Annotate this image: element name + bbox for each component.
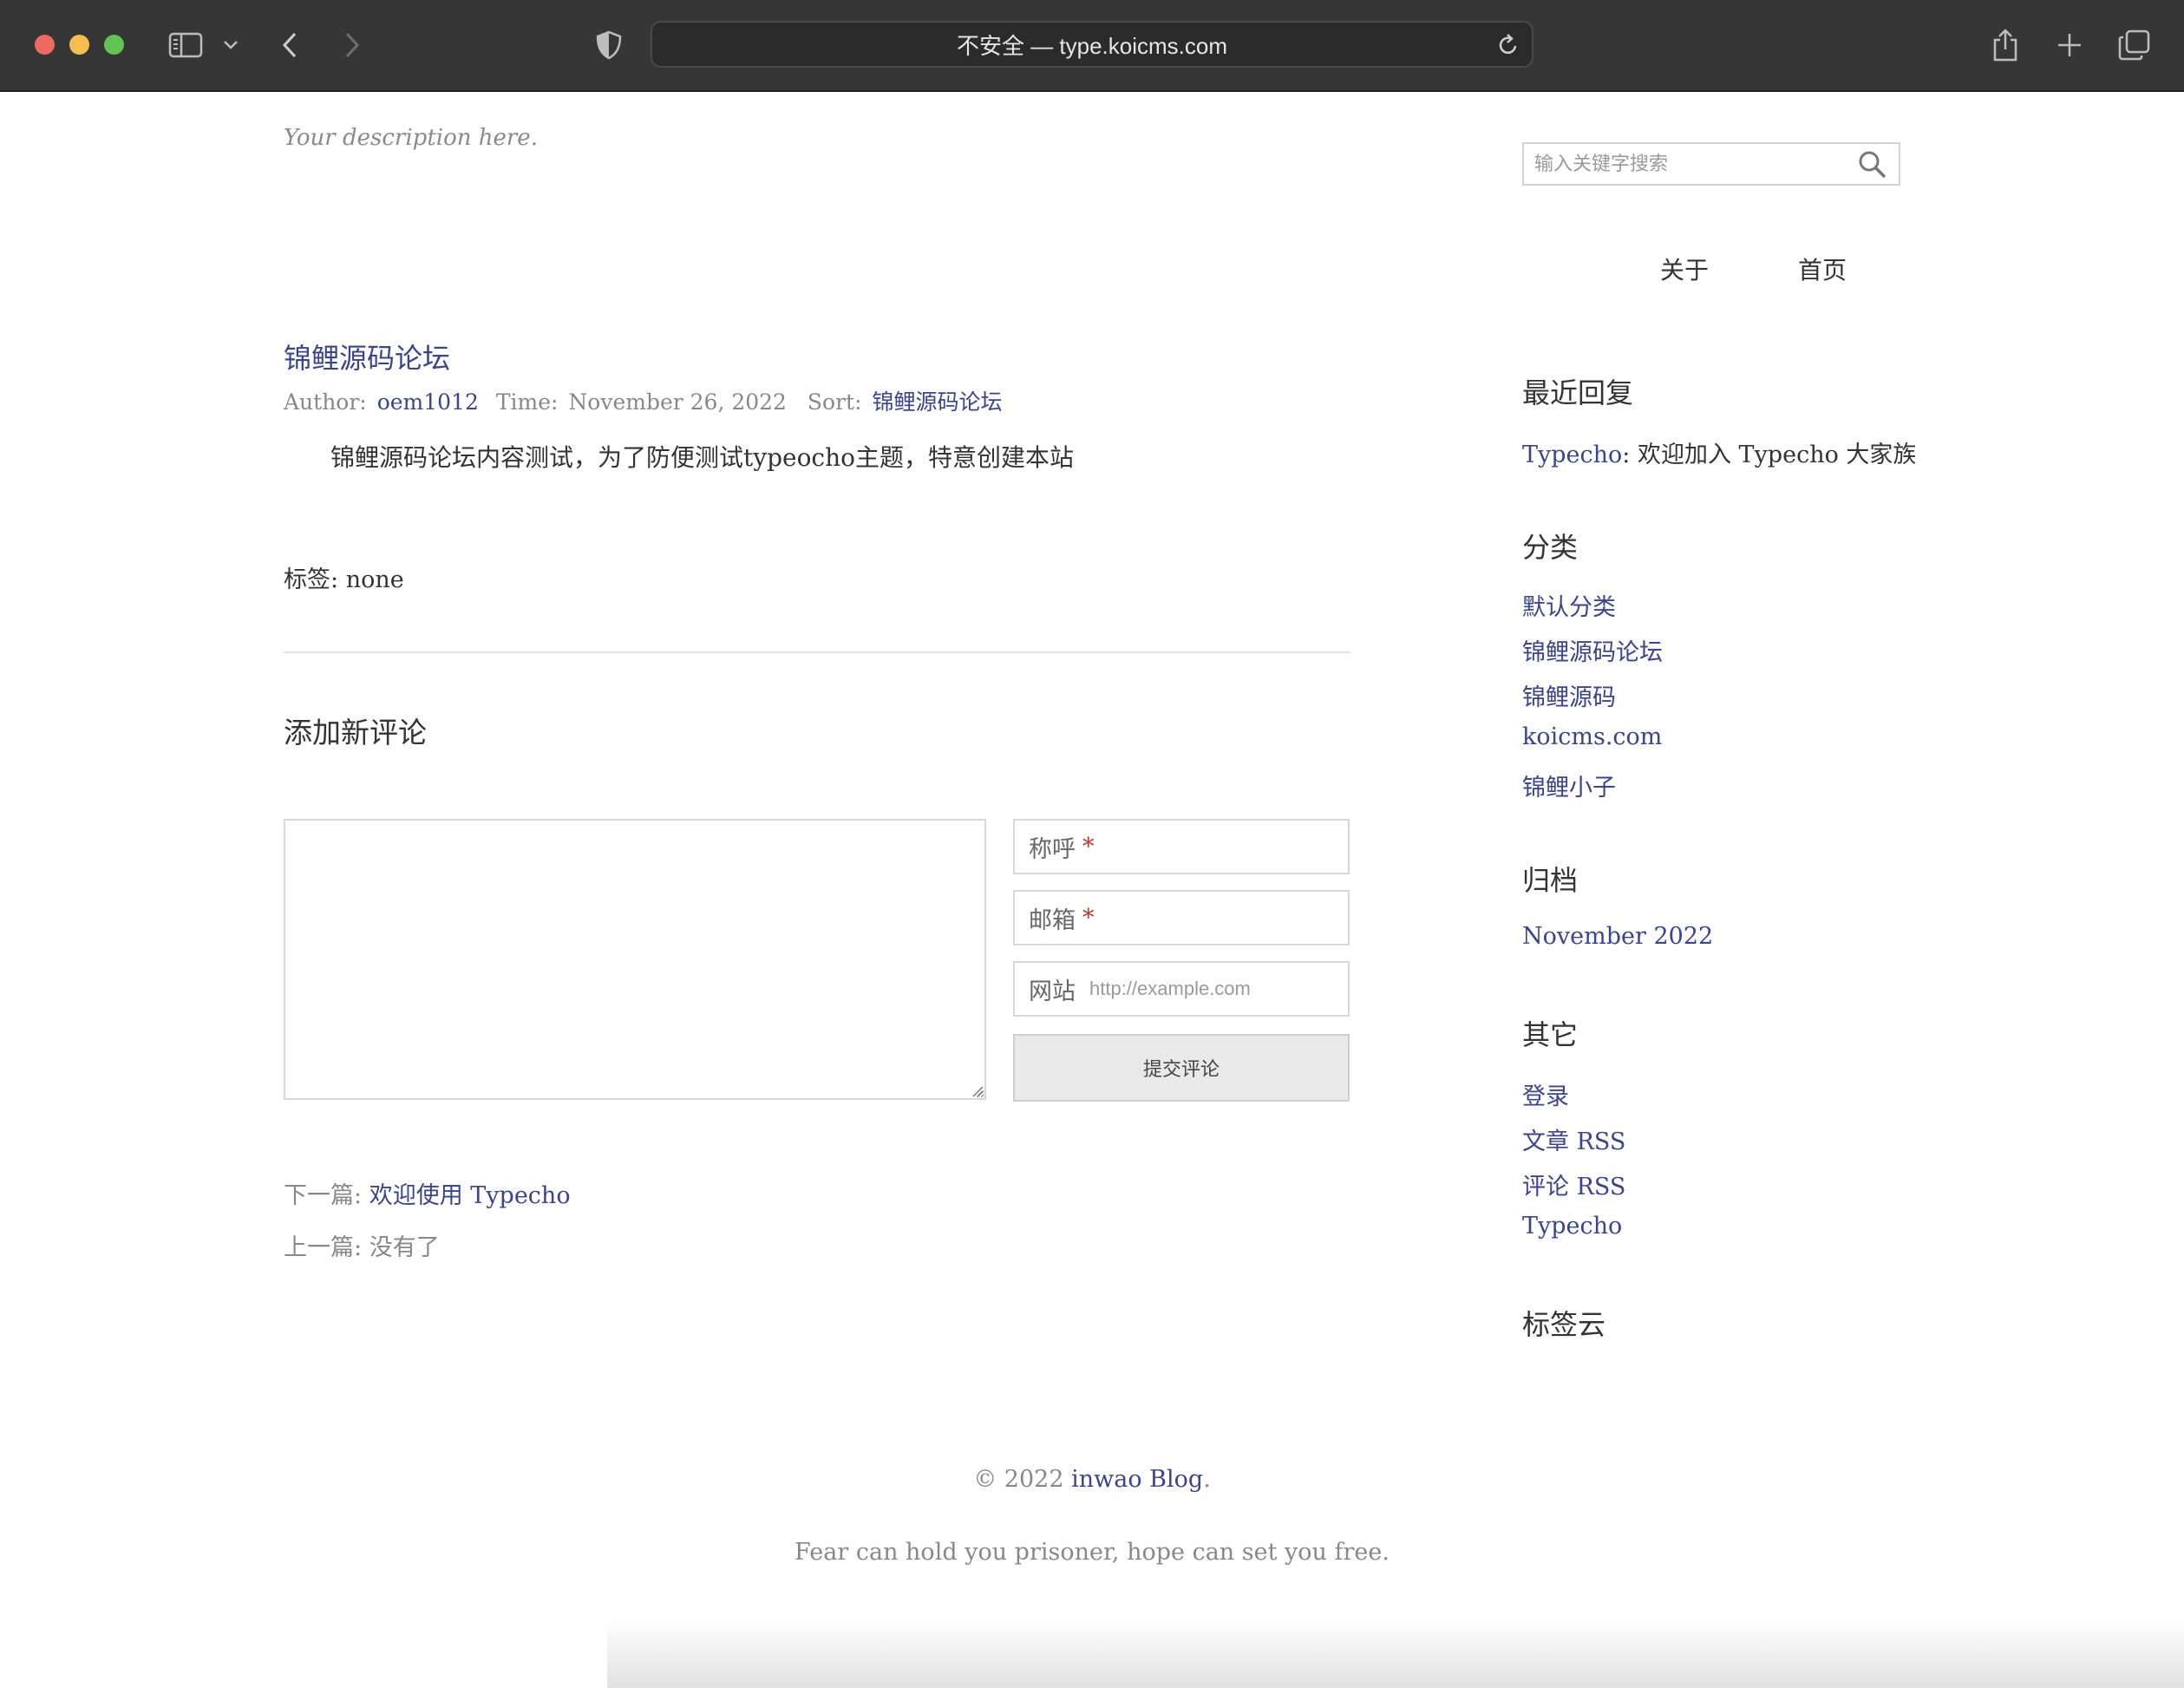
category-link-forum[interactable]: 锦鲤源码论坛 [1522, 633, 1663, 667]
add-comment-heading: 添加新评论 [284, 716, 427, 749]
prev-post-value: 没有了 [369, 1234, 440, 1261]
address-bar[interactable]: 不安全 — type.koicms.com [651, 21, 1533, 68]
login-link[interactable]: 登录 [1522, 1077, 1569, 1111]
nav-item-about[interactable]: 关于 [1660, 252, 1709, 286]
comment-textarea[interactable] [284, 819, 986, 1100]
archive-heading: 归档 [1522, 864, 1579, 897]
tab-group-menu-button[interactable] [222, 26, 239, 64]
chevron-right-icon [342, 30, 363, 60]
search-input[interactable] [1524, 144, 1836, 184]
name-field[interactable]: 称呼 * [1013, 819, 1350, 874]
zoom-window-button[interactable] [104, 35, 124, 55]
page-bottom-shadow [607, 1619, 2184, 1688]
tab-overview-button[interactable] [2118, 26, 2151, 64]
email-input[interactable] [1108, 906, 1343, 929]
sidebar-toggle-button[interactable] [168, 26, 203, 64]
resize-grip-icon[interactable] [971, 1084, 984, 1101]
author-link[interactable]: oem1012 [377, 389, 479, 415]
privacy-report-button[interactable] [595, 26, 623, 64]
time-label: Time: [495, 389, 559, 415]
next-post-link[interactable]: 欢迎使用 Typecho [369, 1182, 571, 1209]
typecho-link[interactable]: Typecho [1522, 1213, 1622, 1240]
sidebar-icon [168, 32, 203, 58]
chevron-down-icon [222, 39, 239, 51]
email-field[interactable]: 邮箱 * [1013, 890, 1350, 945]
email-label: 邮箱 [1029, 906, 1076, 934]
blog-name-link[interactable]: inwao Blog [1071, 1466, 1203, 1493]
post-meta: Author: oem1012 Time: November 26, 2022 … [284, 385, 1003, 416]
archive-link[interactable]: November 2022 [1522, 923, 1713, 950]
search-icon[interactable] [1857, 149, 1888, 184]
content-divider [284, 651, 1350, 653]
next-post-label: 下一篇: [284, 1182, 363, 1209]
nav-item-home[interactable]: 首页 [1798, 252, 1847, 286]
reload-icon[interactable] [1497, 33, 1520, 61]
back-button[interactable] [279, 26, 300, 64]
comments-rss-link[interactable]: 评论 RSS [1522, 1168, 1625, 1201]
tags-label: 标签: [284, 566, 339, 593]
share-icon [1991, 28, 2019, 62]
shield-icon [595, 30, 623, 60]
name-input[interactable] [1108, 835, 1343, 858]
sort-category-link[interactable]: 锦鲤源码论坛 [872, 389, 1002, 415]
tabs-overview-icon [2118, 29, 2151, 61]
email-required-mark: * [1082, 904, 1095, 932]
copyright-prefix: © 2022 [973, 1466, 1072, 1493]
posts-rss-link[interactable]: 文章 RSS [1522, 1122, 1625, 1156]
categories-heading: 分类 [1522, 531, 1579, 564]
website-field[interactable]: 网站 [1013, 961, 1350, 1017]
recent-comment-text: : 欢迎加入 Typecho 大家族 [1622, 442, 1917, 468]
prev-post: 上一篇: 没有了 [284, 1228, 440, 1262]
author-label: Author: [284, 389, 367, 415]
website-label: 网站 [1029, 978, 1076, 1005]
search-box[interactable] [1522, 142, 1900, 186]
tag-cloud-heading: 标签云 [1522, 1308, 1606, 1341]
name-required-mark: * [1082, 833, 1095, 860]
footer-copyright: © 2022 inwao Blog. [0, 1466, 2184, 1493]
url-text: 不安全 — type.koicms.com [956, 32, 1228, 59]
post-tags: 标签: none [284, 560, 404, 594]
name-label: 称呼 [1029, 835, 1076, 863]
prev-post-label: 上一篇: [284, 1234, 363, 1261]
plus-icon [2056, 31, 2083, 59]
category-link-source[interactable]: 锦鲤源码 [1522, 678, 1616, 712]
web-page: Your description here. 关于 首页 锦鲤源码论坛 Auth… [0, 92, 2184, 1688]
site-description: Your description here. [284, 125, 538, 151]
sort-label: Sort: [807, 389, 862, 415]
category-link-koicms[interactable]: koicms.com [1522, 723, 1662, 750]
recent-comment-item: Typecho: 欢迎加入 Typecho 大家族 [1522, 435, 1916, 469]
tags-value: none [345, 566, 404, 593]
other-heading: 其它 [1522, 1018, 1579, 1051]
post-title[interactable]: 锦鲤源码论坛 [284, 337, 450, 376]
next-post: 下一篇: 欢迎使用 Typecho [284, 1176, 571, 1210]
footer-quote: Fear can hold you prisoner, hope can set… [794, 1539, 1390, 1566]
post-content: 锦鲤源码论坛内容测试，为了防便测试typeocho主题，特意创建本站 [330, 443, 1074, 472]
category-link-koi-kid[interactable]: 锦鲤小子 [1522, 769, 1616, 802]
share-button[interactable] [1991, 26, 2019, 64]
website-input[interactable] [1089, 978, 1324, 1000]
post-time: November 26, 2022 [568, 389, 787, 415]
submit-comment-button[interactable]: 提交评论 [1013, 1034, 1350, 1102]
close-window-button[interactable] [35, 35, 55, 55]
recent-comments-heading: 最近回复 [1522, 376, 1634, 409]
new-tab-button[interactable] [2056, 26, 2083, 64]
category-link-default[interactable]: 默认分类 [1522, 588, 1616, 622]
chevron-left-icon [279, 30, 300, 60]
browser-toolbar: 不安全 — type.koicms.com [0, 0, 2184, 92]
recent-comment-author-link[interactable]: Typecho [1522, 442, 1622, 468]
copyright-suffix: . [1203, 1466, 1211, 1493]
minimize-window-button[interactable] [69, 35, 89, 55]
forward-button[interactable] [342, 26, 363, 64]
